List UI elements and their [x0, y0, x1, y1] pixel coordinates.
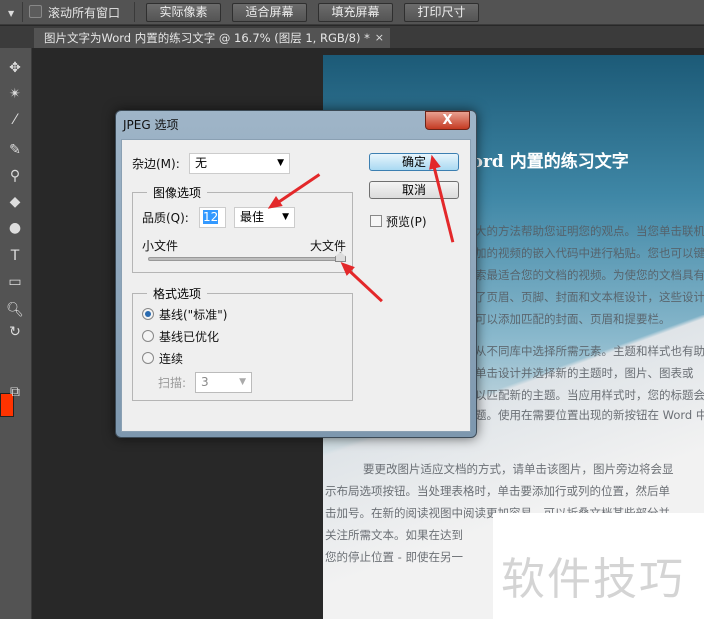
- matte-value: 无: [195, 156, 208, 170]
- baseline-standard-radio[interactable]: [142, 308, 154, 320]
- fit-screen-button[interactable]: 适合屏幕: [232, 3, 307, 22]
- canvas-text-line: 索最适合您的文档的视频。为使您的文档具有: [475, 268, 704, 282]
- watermark-text: 软件技巧: [501, 554, 685, 605]
- document-tab-bar: 图片文字为Word 内置的练习文字 @ 16.7% (图层 1, RGB/8) …: [0, 26, 704, 48]
- type-icon[interactable]: T: [5, 246, 25, 266]
- dialog-close-button[interactable]: X: [425, 111, 470, 130]
- scroll-all-windows-label: 滚动所有窗口: [48, 6, 121, 20]
- actual-pixels-button[interactable]: 实际像素: [146, 3, 221, 22]
- quality-preset-select[interactable]: 最佳 ▼: [234, 207, 295, 228]
- eyedropper-icon[interactable]: ⁄: [5, 110, 25, 130]
- dialog-title: JPEG 选项: [123, 118, 179, 132]
- baseline-optimized-label: 基线已优化: [159, 330, 220, 344]
- preview-label: 预览(P): [386, 215, 427, 229]
- small-file-label: 小文件: [142, 239, 179, 253]
- image-options-title: 图像选项: [147, 184, 208, 201]
- canvas-text-line: 从不同库中选择所需元素。主题和样式也有助: [475, 344, 704, 358]
- jpeg-options-dialog: JPEG 选项 X 杂边(M): 无 ▼ 图像选项 品质(Q): 12 最佳 ▼ 小…: [115, 110, 477, 438]
- quality-label: 品质(Q):: [142, 211, 189, 225]
- chevron-down-icon: ▼: [282, 212, 289, 222]
- brush-icon[interactable]: ✎: [5, 140, 25, 160]
- matte-select[interactable]: 无 ▼: [189, 153, 290, 174]
- canvas-text-line: 单击设计并选择新的主题时，图片、图表或: [475, 366, 694, 380]
- canvas-text-line: 示布局选项按钮。当处理表格时，单击要添加行或列的位置，然后单: [325, 484, 670, 498]
- canvas-text-line: 了页眉、页脚、封面和文本框设计，这些设计: [475, 290, 704, 304]
- canvas-text-line: 您的停止位置 - 即使在另一: [325, 550, 463, 564]
- divider: [134, 2, 135, 22]
- scans-select: 3 ▼: [195, 372, 252, 393]
- canvas-text-line: 要更改图片适应文档的方式，请单击该图片，图片旁边将会显: [363, 462, 674, 476]
- image-options-group: 图像选项 品质(Q): 12 最佳 ▼ 小文件 大文件: [132, 184, 353, 273]
- scans-label: 扫描:: [158, 376, 187, 390]
- scans-value: 3: [201, 375, 209, 389]
- options-bar: ▼ 滚动所有窗口 实际像素 适合屏幕 填充屏幕 打印尺寸: [0, 0, 704, 25]
- watermark: 软件技巧: [493, 513, 704, 619]
- canvas-text-line: 可以添加匹配的封面、页眉和提要栏。: [475, 312, 671, 326]
- ok-button[interactable]: 确定: [369, 153, 459, 171]
- canvas-text-line: 加的视频的嵌入代码中进行粘贴。您也可以键: [475, 246, 704, 260]
- tool-preset-dropdown-icon[interactable]: ▼: [8, 9, 14, 18]
- divider: [22, 2, 23, 22]
- stamp-icon[interactable]: ⚲: [5, 166, 25, 186]
- zoom-icon[interactable]: 🔍︎: [5, 300, 25, 320]
- document-tab-title: 图片文字为Word 内置的练习文字 @ 16.7% (图层 1, RGB/8) …: [44, 31, 370, 45]
- baseline-optimized-radio[interactable]: [142, 330, 154, 342]
- baseline-standard-label: 基线("标准"): [159, 308, 228, 322]
- quick-mask-icon[interactable]: ⧉: [5, 382, 25, 402]
- canvas-text-line: 大的方法帮助您证明您的观点。当您单击联机: [475, 224, 704, 238]
- magic-wand-icon[interactable]: ✴: [5, 84, 25, 104]
- format-options-group: 格式选项 基线("标准") 基线已优化 连续 扫描: 3 ▼: [132, 285, 353, 401]
- chevron-down-icon: ▼: [277, 158, 284, 168]
- fill-screen-button[interactable]: 填充屏幕: [318, 3, 393, 22]
- progressive-label: 连续: [159, 352, 184, 366]
- print-size-button[interactable]: 打印尺寸: [404, 3, 479, 22]
- preview-checkbox[interactable]: [370, 215, 382, 227]
- tools-panel: ✥ ✴ ⁄ ✎ ⚲ ◆ ● T ▭ 🔍︎ ↻ ⧉: [0, 48, 32, 619]
- chevron-down-icon: ▼: [239, 377, 246, 387]
- dialog-body: 杂边(M): 无 ▼ 图像选项 品质(Q): 12 最佳 ▼ 小文件 大文件 格式选…: [121, 139, 471, 432]
- close-tab-icon[interactable]: ×: [375, 28, 384, 48]
- dodge-icon[interactable]: ●: [5, 218, 25, 238]
- large-file-label: 大文件: [309, 239, 346, 253]
- scroll-all-windows-checkbox[interactable]: [29, 5, 42, 18]
- canvas-text-line: 题。使用在需要位置出现的新按钮在 Word 中: [475, 408, 704, 422]
- quality-slider-track[interactable]: [148, 257, 341, 261]
- progressive-radio[interactable]: [142, 352, 154, 364]
- document-tab[interactable]: 图片文字为Word 内置的练习文字 @ 16.7% (图层 1, RGB/8) …: [34, 28, 390, 48]
- rotate-icon[interactable]: ↻: [5, 322, 25, 342]
- quality-preset-value: 最佳: [240, 210, 265, 224]
- matte-label: 杂边(M):: [132, 157, 180, 171]
- canvas-text-line: 关注所需文本。如果在达到: [325, 528, 463, 542]
- quality-input[interactable]: 12: [199, 207, 226, 228]
- cancel-button[interactable]: 取消: [369, 181, 459, 199]
- canvas-text-line: 以匹配新的主题。当应用样式时，您的标题会: [475, 388, 704, 402]
- quality-value: 12: [203, 210, 219, 224]
- paint-bucket-icon[interactable]: ◆: [5, 192, 25, 212]
- rectangle-icon[interactable]: ▭: [5, 272, 25, 292]
- format-options-title: 格式选项: [147, 285, 208, 302]
- move-icon[interactable]: ✥: [5, 58, 25, 78]
